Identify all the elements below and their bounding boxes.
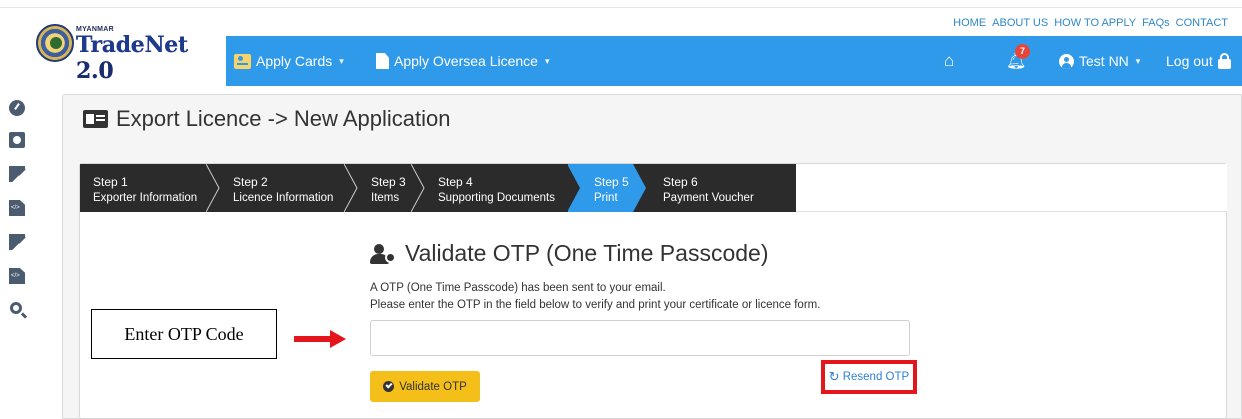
logo-brand-name: TradeNet [76,32,188,58]
step-separator [206,164,220,212]
top-link-contact[interactable]: CONTACT [1176,17,1228,29]
instruction-line-1: A OTP (One Time Passcode) has been sent … [370,282,666,294]
step-separator [633,164,647,212]
step-wizard: Step 1 Exporter Information Step 2 Licen… [80,164,1227,212]
step-2[interactable]: Step 2 Licence Information [220,164,354,212]
step-number: Step 5 [594,175,629,189]
annotation-arrow-icon [294,330,346,348]
otp-input[interactable] [370,320,910,356]
home-nav-button[interactable]: ⌂ [944,36,954,86]
chevron-down-icon: ▾ [339,55,344,66]
panel-title-text: Export Licence -> New Application [116,106,451,131]
chevron-down-icon: ▾ [544,55,550,66]
annotation-label: Enter OTP Code [91,309,277,359]
step-number: Step 4 [438,175,473,189]
logo-version: 2.0 [76,58,114,84]
top-border [0,0,1242,8]
step-label: Payment Voucher [663,192,754,204]
step-number: Step 6 [663,175,698,189]
logo-brand-text: TradeNet 2.0 [76,32,226,84]
step-separator [567,164,581,212]
search-icon[interactable] [10,302,22,314]
edit-icon[interactable] [9,234,25,250]
logout-button[interactable]: Log out [1166,36,1231,86]
id-card-icon [234,53,251,69]
step-end [782,164,796,212]
code-file-icon[interactable] [9,200,25,216]
step-separator [411,164,425,212]
top-link-home[interactable]: HOME [953,17,986,29]
step-number: Step 2 [233,175,268,189]
apply-cards-label: Apply Cards [256,53,333,69]
home-icon: ⌂ [944,51,955,70]
dashboard-icon[interactable] [9,100,25,116]
main-navbar: Apply Cards ▾ Apply Oversea Licence ▾ ⌂ … [226,36,1242,86]
step-number: Step 1 [93,175,128,189]
user-circle-icon [1059,53,1074,69]
panel-title: Export Licence -> New Application [83,106,450,132]
bell-icon: 🔔︎ 7 [1006,44,1030,71]
validate-otp-title-text: Validate OTP (One Time Passcode) [405,240,769,266]
step-6[interactable]: Step 6 Payment Voucher [650,164,782,212]
wizard-container: Step 1 Exporter Information Step 2 Licen… [79,163,1227,419]
validate-otp-instructions: A OTP (One Time Passcode) has been sent … [370,280,820,314]
check-circle-icon [383,381,395,392]
refresh-icon: ↻ [828,369,840,384]
chevron-down-icon: ▾ [1135,55,1141,66]
step-4[interactable]: Step 4 Supporting Documents [425,164,567,212]
step-3[interactable]: Step 3 Items [358,164,418,212]
validate-otp-button[interactable]: Validate OTP [370,371,480,402]
page: MYANMAR TradeNet 2.0 HOME ABOUT US HOW T… [0,0,1242,419]
validate-otp-button-label: Validate OTP [399,380,467,393]
apply-oversea-label: Apply Oversea Licence [394,53,538,69]
id-card-icon [83,110,108,128]
top-link-faqs[interactable]: FAQs [1142,17,1170,29]
main-panel: Export Licence -> New Application Step 1… [62,94,1242,419]
user-name: Test NN [1079,53,1129,69]
top-link-about[interactable]: ABOUT US [992,17,1048,29]
logout-label: Log out [1166,53,1213,69]
step-separator [344,164,358,212]
notification-badge: 7 [1015,44,1030,59]
apply-cards-menu[interactable]: Apply Cards ▾ [234,36,344,86]
step-label: Exporter Information [93,192,198,204]
id-card-icon[interactable] [9,132,25,148]
step-1[interactable]: Step 1 Exporter Information [80,164,207,212]
resend-otp-label: Resend OTP [842,371,910,383]
step-label: Print [594,192,618,204]
ministry-seal-icon [36,24,74,62]
tradenet-logo[interactable]: MYANMAR TradeNet 2.0 [36,22,226,84]
lock-icon [1217,52,1231,69]
step-label: Supporting Documents [438,192,555,204]
top-link-how-to-apply[interactable]: HOW TO APPLY [1054,17,1136,29]
instruction-line-2: Please enter the OTP in the field below … [370,299,821,311]
code-file-icon[interactable] [9,268,25,284]
apply-oversea-licence-menu[interactable]: Apply Oversea Licence ▾ [376,36,550,86]
step-label: Licence Information [233,192,334,204]
user-menu[interactable]: Test NN ▾ [1059,36,1140,86]
file-icon [376,53,389,69]
user-tag-icon [370,243,397,265]
notifications-button[interactable]: 🔔︎ 7 [1006,36,1030,86]
top-links: HOME ABOUT US HOW TO APPLY FAQs CONTACT [953,17,1228,29]
validate-otp-title: Validate OTP (One Time Passcode) [370,240,768,267]
resend-otp-link[interactable]: ↻ Resend OTP [821,360,917,394]
edit-icon[interactable] [9,166,25,182]
